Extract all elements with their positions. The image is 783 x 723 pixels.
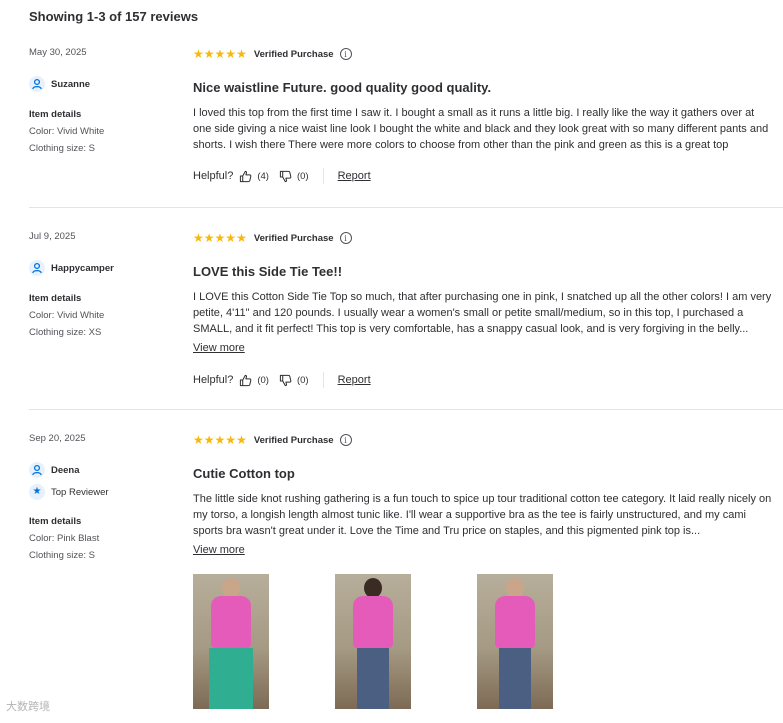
review-content: ★ ★ ★ ★ ★ Verified Purchase i LOVE this Side… <box>193 231 783 388</box>
review-divider <box>29 409 783 410</box>
star-icon: ★ <box>225 231 237 245</box>
helpful-label: Helpful? <box>193 170 234 182</box>
reviewer-info: Jul 9, 2025 Happycamper Item details Col… <box>29 231 179 338</box>
review-body: The little side knot rushing gathering i… <box>193 493 772 537</box>
helpful-row: Helpful? (4) (0) Report <box>193 168 783 184</box>
review-date: Sep 20, 2025 <box>29 433 86 444</box>
helpful-label: Helpful? <box>193 374 234 386</box>
review-title: Nice waistline Future. good quality good… <box>193 80 492 95</box>
view-more-link[interactable]: View more <box>193 342 245 354</box>
reviewer-name: Deena <box>51 464 80 476</box>
thumbs-down-icon <box>279 374 292 386</box>
reviewer: Suzanne <box>29 76 179 92</box>
helpful-up-button[interactable]: (4) <box>239 170 269 183</box>
star-icon: ★ <box>193 231 204 245</box>
helpful-up-button[interactable]: (0) <box>239 374 269 387</box>
star-icon: ★ <box>236 47 247 61</box>
star-icon: ★ <box>236 231 247 245</box>
info-icon[interactable]: i <box>339 48 352 60</box>
verified-purchase-label: Verified Purchase <box>253 48 334 60</box>
user-icon <box>29 260 45 276</box>
reviewer-info: Sep 20, 2025 Deena ★ Top Reviewer Item d… <box>29 433 179 561</box>
top-reviewer-badge: ★ Top Reviewer <box>29 484 179 500</box>
star-icon: ★ <box>203 231 215 245</box>
item-details-heading: Item details <box>29 293 82 304</box>
review-photos <box>193 574 553 709</box>
helpful-up-count: (4) <box>257 170 269 182</box>
star-rating: ★ ★ ★ ★ ★ <box>193 434 247 446</box>
thumbs-up-icon <box>240 374 252 386</box>
star-icon: ★ <box>214 47 226 61</box>
reviewer: Deena <box>29 462 179 478</box>
user-icon <box>29 76 45 92</box>
divider <box>322 372 324 388</box>
review-body: I loved this top from the first time I s… <box>193 107 769 151</box>
review-card: Jul 9, 2025 Happycamper Item details Col… <box>29 231 783 391</box>
review-date: May 30, 2025 <box>29 47 87 58</box>
review-divider <box>29 207 783 208</box>
rating-row: ★ ★ ★ ★ ★ Verified Purchase i <box>193 433 783 447</box>
divider <box>322 168 324 184</box>
helpful-down-button[interactable]: (0) <box>279 170 309 183</box>
item-size: Clothing size: XS <box>29 327 102 338</box>
star-badge-icon: ★ <box>29 484 45 500</box>
thumbs-down-icon <box>279 170 292 182</box>
rating-row: ★ ★ ★ ★ ★ Verified Purchase i <box>193 47 783 61</box>
report-link[interactable]: Report <box>338 170 371 182</box>
star-icon: ★ <box>214 433 226 447</box>
user-icon <box>29 462 45 478</box>
item-size: Clothing size: S <box>29 143 96 154</box>
review-date: Jul 9, 2025 <box>29 231 76 242</box>
helpful-down-button[interactable]: (0) <box>279 374 309 387</box>
watermark: 大数跨境 <box>6 701 50 713</box>
reviewer-name: Happycamper <box>51 262 114 274</box>
star-rating: ★ ★ ★ ★ ★ <box>193 232 247 244</box>
verified-purchase-label: Verified Purchase <box>253 232 334 244</box>
review-body: I LOVE this Cotton Side Tie Top so much,… <box>193 291 772 335</box>
star-icon: ★ <box>225 47 237 61</box>
review-card: May 30, 2025 Suzanne Item details Color:… <box>29 47 783 197</box>
badge-label: Top Reviewer <box>51 486 109 498</box>
info-icon[interactable]: i <box>339 434 352 446</box>
reviewer-name: Suzanne <box>51 78 91 90</box>
review-photo[interactable] <box>335 574 411 709</box>
star-icon: ★ <box>203 47 215 61</box>
star-rating: ★ ★ ★ ★ ★ <box>193 48 247 60</box>
reviewer-info: May 30, 2025 Suzanne Item details Color:… <box>29 47 179 154</box>
item-details-heading: Item details <box>29 109 82 120</box>
star-icon: ★ <box>214 231 226 245</box>
review-title: LOVE this Side Tie Tee!! <box>193 264 343 279</box>
star-icon: ★ <box>193 433 204 447</box>
item-color: Color: Vivid White <box>29 310 105 321</box>
review-title: Cutie Cotton top <box>193 466 295 481</box>
helpful-up-count: (0) <box>257 374 269 386</box>
item-details-heading: Item details <box>29 516 82 527</box>
reviewer: Happycamper <box>29 260 179 276</box>
item-color: Color: Vivid White <box>29 126 105 137</box>
review-content: ★ ★ ★ ★ ★ Verified Purchase i Nice waistline… <box>193 47 783 184</box>
info-icon[interactable]: i <box>339 232 352 244</box>
thumbs-up-icon <box>240 170 252 182</box>
report-link[interactable]: Report <box>338 374 371 386</box>
review-content: ★ ★ ★ ★ ★ Verified Purchase i Cutie Cotton t… <box>193 433 783 558</box>
star-icon: ★ <box>193 47 204 61</box>
reviews-summary: Showing 1-3 of 157 reviews <box>29 9 199 24</box>
star-icon: ★ <box>236 433 247 447</box>
star-icon: ★ <box>203 433 215 447</box>
item-size: Clothing size: S <box>29 550 96 561</box>
review-card: Sep 20, 2025 Deena ★ Top Reviewer Item d… <box>29 433 783 563</box>
helpful-row: Helpful? (0) (0) Report <box>193 372 783 388</box>
star-icon: ★ <box>225 433 237 447</box>
review-photo[interactable] <box>477 574 553 709</box>
rating-row: ★ ★ ★ ★ ★ Verified Purchase i <box>193 231 783 245</box>
item-color: Color: Pink Blast <box>29 533 100 544</box>
verified-purchase-label: Verified Purchase <box>253 434 334 446</box>
view-more-link[interactable]: View more <box>193 544 245 556</box>
review-photo[interactable] <box>193 574 269 709</box>
helpful-down-count: (0) <box>296 374 309 386</box>
helpful-down-count: (0) <box>296 170 309 182</box>
